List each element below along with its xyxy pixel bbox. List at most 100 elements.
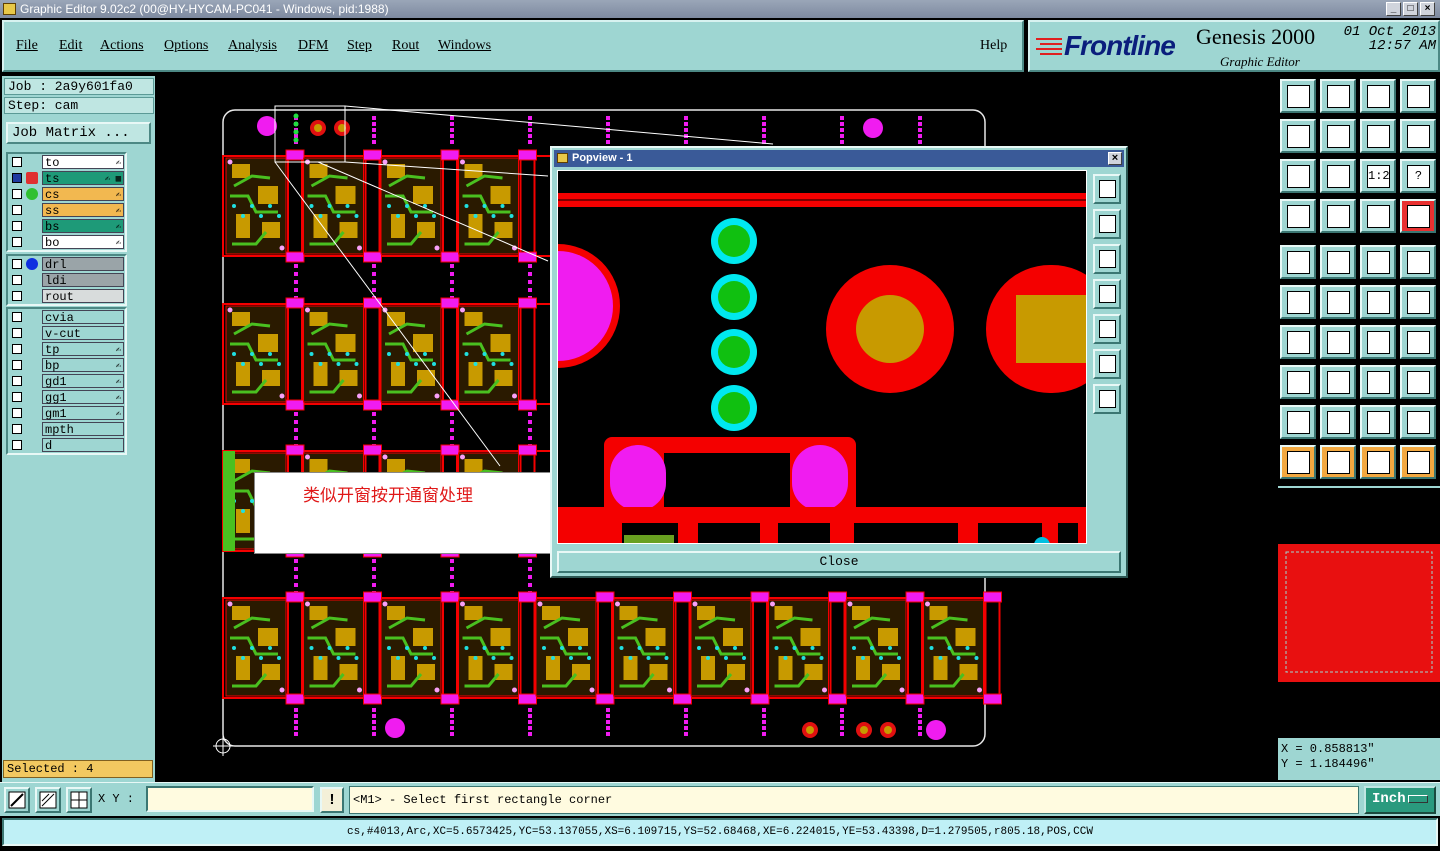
- pan-up-icon[interactable]: [1093, 209, 1121, 239]
- menu-help[interactable]: Help: [980, 38, 1007, 54]
- menu-edit[interactable]: Edit: [59, 38, 82, 54]
- layer-checkbox[interactable]: [12, 259, 22, 269]
- menu-dfm[interactable]: DFM: [298, 38, 328, 54]
- layer-row-gm1[interactable]: gm1 ✍: [8, 405, 125, 421]
- home-icon[interactable]: [1360, 79, 1396, 113]
- zoom-diag-icon[interactable]: [35, 787, 61, 813]
- layer-checkbox[interactable]: [12, 360, 22, 370]
- units-button[interactable]: Inch: [1364, 786, 1436, 814]
- layer-down-icon[interactable]: [1320, 79, 1356, 113]
- minimize-icon[interactable]: _: [1386, 2, 1401, 16]
- select-rect-icon[interactable]: [1400, 245, 1436, 279]
- exclamation-button[interactable]: !: [320, 787, 344, 813]
- zoom-window-icon[interactable]: [1093, 174, 1121, 204]
- layer-checkbox[interactable]: [12, 344, 22, 354]
- layer-up-icon[interactable]: [1280, 79, 1316, 113]
- dimension-icon[interactable]: [1360, 365, 1396, 399]
- popview-close-button[interactable]: Close: [557, 551, 1121, 573]
- angle-icon[interactable]: [1280, 325, 1316, 359]
- layer-checkbox[interactable]: [12, 189, 22, 199]
- layer-checkbox[interactable]: [12, 157, 22, 167]
- menu-rout[interactable]: Rout: [392, 38, 419, 54]
- layer-row-cvia[interactable]: cvia: [8, 309, 125, 325]
- delete-icon[interactable]: [1320, 285, 1356, 319]
- pad-add-icon[interactable]: [1280, 365, 1316, 399]
- layer-checkbox[interactable]: [12, 312, 22, 322]
- layer-checkbox[interactable]: [12, 392, 22, 402]
- layer-checkbox[interactable]: [12, 291, 22, 301]
- layer-row-gd1[interactable]: gd1 ✍: [8, 373, 125, 389]
- layer-row-bo[interactable]: bo ✍: [8, 234, 125, 250]
- pan-down-icon[interactable]: [1093, 244, 1121, 274]
- layer-row-ldi[interactable]: ldi: [8, 272, 125, 288]
- layer-row-cs[interactable]: cs ✍: [8, 186, 125, 202]
- ruler-icon[interactable]: [1360, 245, 1396, 279]
- menu-step[interactable]: Step: [347, 38, 372, 54]
- layer-checkbox[interactable]: [12, 221, 22, 231]
- pan-icon[interactable]: [1400, 119, 1436, 153]
- pan-right-icon[interactable]: [1093, 314, 1121, 344]
- line-icon[interactable]: [1320, 245, 1356, 279]
- arc-icon[interactable]: [1360, 325, 1396, 359]
- layer-row-bp[interactable]: bp ✍: [8, 357, 125, 373]
- layer-checkbox[interactable]: [12, 205, 22, 215]
- layer-checkbox[interactable]: [12, 173, 22, 183]
- measure-icon[interactable]: [1280, 199, 1316, 233]
- layer-checkbox[interactable]: [12, 328, 22, 338]
- layer-row-to[interactable]: to ✍: [8, 154, 125, 170]
- surface-cut-icon[interactable]: [1400, 405, 1436, 439]
- zoom-box-icon[interactable]: [1320, 159, 1356, 193]
- layer-row-ss[interactable]: ss ✍: [8, 202, 125, 218]
- layer-row-bs[interactable]: bs ✍: [8, 218, 125, 234]
- menu-windows[interactable]: Windows: [438, 38, 491, 54]
- cursor-icon[interactable]: [1280, 445, 1316, 479]
- expand-icon[interactable]: [1093, 349, 1121, 379]
- maximize-icon[interactable]: □: [1403, 2, 1418, 16]
- layer-checkbox[interactable]: [12, 408, 22, 418]
- zoom-out-icon[interactable]: [1320, 119, 1356, 153]
- menu-analysis[interactable]: Analysis: [228, 38, 277, 54]
- popview-close-icon[interactable]: ×: [1108, 152, 1122, 165]
- layer-row-drl[interactable]: drl: [8, 256, 125, 272]
- surface-edit-icon[interactable]: [1320, 405, 1356, 439]
- overview-map[interactable]: [1278, 488, 1440, 734]
- redraw-icon[interactable]: [1360, 119, 1396, 153]
- fit-page-icon[interactable]: [1093, 384, 1121, 414]
- job-matrix-button[interactable]: Job Matrix ...: [6, 122, 151, 144]
- cursor-select-icon[interactable]: [1320, 445, 1356, 479]
- scale-1-2-icon[interactable]: 1:2: [1360, 159, 1396, 193]
- snap-active-icon[interactable]: [1400, 199, 1436, 233]
- layer-row-v-cut[interactable]: v-cut: [8, 325, 125, 341]
- draw-icon[interactable]: [1320, 325, 1356, 359]
- fit-icon[interactable]: [1400, 79, 1436, 113]
- layer-checkbox[interactable]: [12, 424, 22, 434]
- menu-options[interactable]: Options: [164, 38, 208, 54]
- snap-icon[interactable]: [1360, 199, 1396, 233]
- surface-icon[interactable]: [1280, 405, 1316, 439]
- layer-row-mpth[interactable]: mpth: [8, 421, 125, 437]
- grid-icon[interactable]: [1320, 199, 1356, 233]
- zoom-out-line-icon[interactable]: [4, 787, 30, 813]
- menu-actions[interactable]: Actions: [100, 38, 144, 54]
- layer-checkbox[interactable]: [12, 275, 22, 285]
- grid-toggle-icon[interactable]: [66, 787, 92, 813]
- layer-checkbox[interactable]: [12, 376, 22, 386]
- pad-icon[interactable]: [1280, 245, 1316, 279]
- layer-checkbox[interactable]: [12, 237, 22, 247]
- center-icon[interactable]: [1280, 159, 1316, 193]
- fill-icon[interactable]: [1400, 365, 1436, 399]
- net-icon[interactable]: [1400, 445, 1436, 479]
- cursor-box-icon[interactable]: [1360, 445, 1396, 479]
- copy-icon[interactable]: [1400, 285, 1436, 319]
- layer-row-tp[interactable]: tp ✍: [8, 341, 125, 357]
- popview-canvas[interactable]: [557, 170, 1087, 544]
- measure-line-icon[interactable]: [1320, 365, 1356, 399]
- connect-icon[interactable]: [1280, 285, 1316, 319]
- close-window-icon[interactable]: ×: [1420, 2, 1435, 16]
- zoom-in-icon[interactable]: [1280, 119, 1316, 153]
- menu-file[interactable]: File: [16, 38, 38, 54]
- move-icon[interactable]: [1360, 285, 1396, 319]
- layer-row-rout[interactable]: rout: [8, 288, 125, 304]
- layer-checkbox[interactable]: [12, 440, 22, 450]
- surface-arc-icon[interactable]: [1360, 405, 1396, 439]
